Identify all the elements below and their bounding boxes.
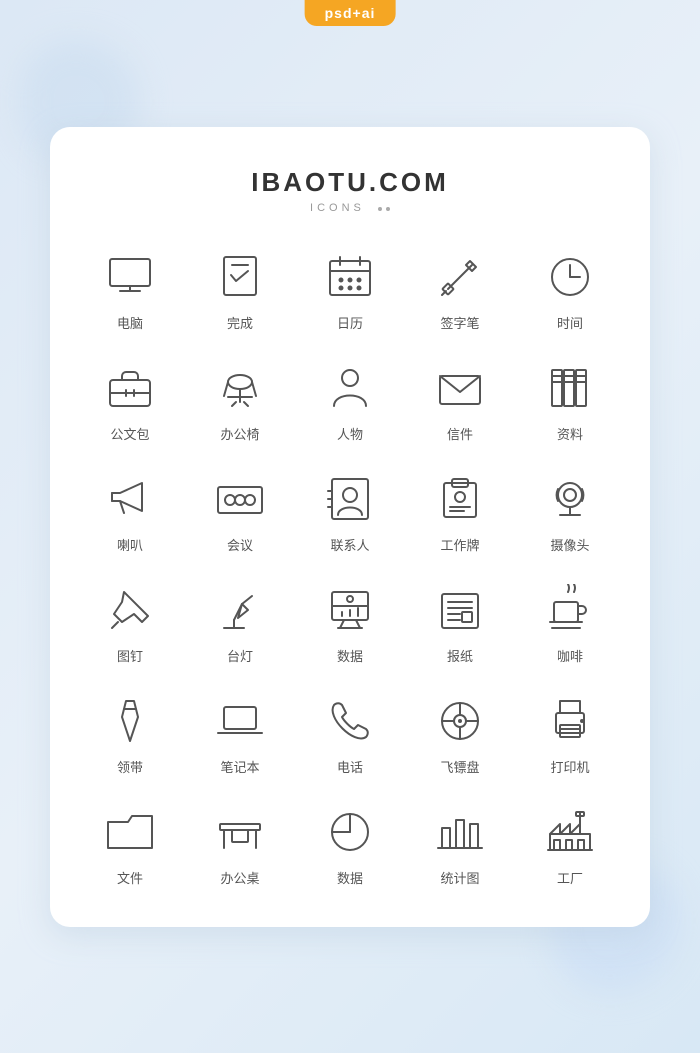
list-item: 人物 bbox=[300, 360, 400, 443]
site-title: IBAOTU.COM bbox=[80, 167, 620, 198]
webcam-icon bbox=[542, 471, 598, 527]
frisbee-icon bbox=[432, 693, 488, 749]
bar-chart-icon bbox=[432, 804, 488, 860]
desk-lamp-icon bbox=[212, 582, 268, 638]
icon-label: 办公椅 bbox=[220, 424, 259, 443]
list-item: 打印机 bbox=[520, 693, 620, 776]
list-item: 咖啡 bbox=[520, 582, 620, 665]
phone-icon bbox=[322, 693, 378, 749]
list-item: 办公椅 bbox=[190, 360, 290, 443]
list-item: 工作牌 bbox=[410, 471, 510, 554]
icon-label: 统计图 bbox=[440, 868, 479, 887]
list-item: 签字笔 bbox=[410, 249, 510, 332]
laptop-icon bbox=[212, 693, 268, 749]
list-item: 文件 bbox=[80, 804, 180, 887]
list-item: 信件 bbox=[410, 360, 510, 443]
icon-label: 电脑 bbox=[117, 313, 143, 332]
icon-label: 喇叭 bbox=[117, 535, 143, 554]
workbadge-icon bbox=[432, 471, 488, 527]
icon-label: 完成 bbox=[227, 313, 253, 332]
person-icon bbox=[322, 360, 378, 416]
list-item: 统计图 bbox=[410, 804, 510, 887]
icon-label: 办公桌 bbox=[220, 868, 259, 887]
calendar-icon bbox=[322, 249, 378, 305]
folder-icon bbox=[102, 804, 158, 860]
icon-label: 时间 bbox=[557, 313, 583, 332]
tie-icon bbox=[102, 693, 158, 749]
data-screen-icon bbox=[322, 582, 378, 638]
contact-icon bbox=[322, 471, 378, 527]
list-item: 数据 bbox=[300, 804, 400, 887]
list-item: 资料 bbox=[520, 360, 620, 443]
icon-label: 联系人 bbox=[330, 535, 369, 554]
list-item: 办公桌 bbox=[190, 804, 290, 887]
card-header: IBAOTU.COM ICONS bbox=[80, 167, 620, 214]
list-item: 完成 bbox=[190, 249, 290, 332]
icon-label: 日历 bbox=[337, 313, 363, 332]
list-item: 数据 bbox=[300, 582, 400, 665]
icon-label: 笔记本 bbox=[220, 757, 259, 776]
computer-icon bbox=[102, 249, 158, 305]
card-subtitle: ICONS bbox=[80, 202, 620, 214]
main-card: IBAOTU.COM ICONS 电脑 完成 日历 bbox=[50, 127, 650, 927]
printer-icon bbox=[542, 693, 598, 749]
icon-label: 领带 bbox=[117, 757, 143, 776]
badge-top: psd+ai bbox=[305, 0, 396, 26]
icon-label: 数据 bbox=[337, 868, 363, 887]
list-item: 笔记本 bbox=[190, 693, 290, 776]
list-item: 图钉 bbox=[80, 582, 180, 665]
files-icon bbox=[542, 360, 598, 416]
icon-label: 文件 bbox=[117, 868, 143, 887]
list-item: 工厂 bbox=[520, 804, 620, 887]
done-icon bbox=[212, 249, 268, 305]
desk-icon bbox=[212, 804, 268, 860]
list-item: 台灯 bbox=[190, 582, 290, 665]
office-chair-icon bbox=[212, 360, 268, 416]
list-item: 时间 bbox=[520, 249, 620, 332]
icon-label: 工作牌 bbox=[440, 535, 479, 554]
megaphone-icon bbox=[102, 471, 158, 527]
coffee-icon bbox=[542, 582, 598, 638]
list-item: 领带 bbox=[80, 693, 180, 776]
icon-label: 数据 bbox=[337, 646, 363, 665]
newspaper-icon bbox=[432, 582, 488, 638]
list-item: 电脑 bbox=[80, 249, 180, 332]
list-item: 电话 bbox=[300, 693, 400, 776]
icon-label: 签字笔 bbox=[440, 313, 479, 332]
icons-grid: 电脑 完成 日历 签字笔 时间 bbox=[80, 249, 620, 887]
icon-label: 报纸 bbox=[447, 646, 473, 665]
icon-label: 公文包 bbox=[110, 424, 149, 443]
factory-icon bbox=[542, 804, 598, 860]
icon-label: 信件 bbox=[447, 424, 473, 443]
icon-label: 摄像头 bbox=[550, 535, 589, 554]
mail-icon bbox=[432, 360, 488, 416]
icon-label: 咖啡 bbox=[557, 646, 583, 665]
list-item: 联系人 bbox=[300, 471, 400, 554]
list-item: 摄像头 bbox=[520, 471, 620, 554]
icon-label: 会议 bbox=[227, 535, 253, 554]
list-item: 喇叭 bbox=[80, 471, 180, 554]
pushpin-icon bbox=[102, 582, 158, 638]
list-item: 会议 bbox=[190, 471, 290, 554]
icon-label: 台灯 bbox=[227, 646, 253, 665]
pen-icon bbox=[432, 249, 488, 305]
clock-icon bbox=[542, 249, 598, 305]
icon-label: 飞镖盘 bbox=[440, 757, 479, 776]
icon-label: 工厂 bbox=[557, 868, 583, 887]
list-item: 日历 bbox=[300, 249, 400, 332]
icon-label: 图钉 bbox=[117, 646, 143, 665]
list-item: 报纸 bbox=[410, 582, 510, 665]
icon-label: 人物 bbox=[337, 424, 363, 443]
list-item: 飞镖盘 bbox=[410, 693, 510, 776]
meeting-icon bbox=[212, 471, 268, 527]
icon-label: 电话 bbox=[337, 757, 363, 776]
icon-label: 资料 bbox=[557, 424, 583, 443]
list-item: 公文包 bbox=[80, 360, 180, 443]
pie-chart-icon bbox=[322, 804, 378, 860]
briefcase-icon bbox=[102, 360, 158, 416]
icon-label: 打印机 bbox=[550, 757, 589, 776]
